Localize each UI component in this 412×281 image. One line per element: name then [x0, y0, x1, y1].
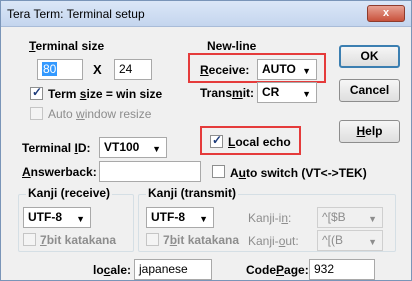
newline-label: New-line [207, 39, 257, 53]
kanji-out-select[interactable]: ^[(B ▼ [317, 230, 383, 251]
chevron-down-icon: ▼ [302, 89, 311, 99]
codepage-input[interactable]: 932 [309, 259, 375, 280]
kanji-in-select[interactable]: ^[$B ▼ [317, 207, 383, 228]
ok-button[interactable]: OK [339, 45, 400, 68]
receive-7bit-katakana-checkbox[interactable] [23, 233, 36, 246]
local-echo-highlight [200, 126, 301, 155]
locale-label: locale: [93, 263, 132, 277]
kanji-in-label: Kanji-in: [248, 211, 292, 225]
kanji-receive-select[interactable]: UTF-8 ▼ [23, 207, 91, 228]
cancel-button[interactable]: Cancel [339, 79, 400, 102]
chevron-down-icon: ▼ [368, 237, 377, 247]
transmit-7bit-katakana-checkbox[interactable] [146, 233, 159, 246]
codepage-label: CodePage: [246, 263, 309, 277]
transmit-select[interactable]: CR ▼ [257, 82, 317, 103]
auto-switch-label: Auto switch (VT<->TEK) [230, 166, 367, 180]
answerback-label: Answerback: [22, 165, 97, 179]
size-times-label: X [93, 62, 102, 77]
term-size-win-size-checkbox[interactable] [30, 85, 43, 100]
transmit-7bit-katakana-label: 7bit katakana [163, 233, 240, 247]
auto-switch-checkbox[interactable] [212, 165, 225, 178]
kanji-receive-label: Kanji (receive) [26, 186, 113, 200]
terminal-cols-input[interactable]: 80 [37, 59, 83, 80]
kanji-transmit-label: Kanji (transmit) [146, 186, 239, 200]
answerback-input[interactable] [99, 161, 201, 182]
chevron-down-icon: ▼ [368, 214, 377, 224]
help-button[interactable]: Help [339, 120, 400, 143]
terminal-setup-dialog: Tera Term: Terminal setup x Terminal siz… [0, 0, 412, 281]
terminal-rows-input[interactable]: 24 [114, 59, 152, 80]
term-size-win-size-label: Term size = win size [48, 87, 163, 101]
receive-7bit-katakana-label: 7bit katakana [40, 233, 117, 247]
terminal-id-select[interactable]: VT100 ▼ [99, 137, 167, 158]
auto-window-resize-label: Auto window resize [48, 107, 152, 121]
kanji-transmit-select[interactable]: UTF-8 ▼ [146, 207, 214, 228]
window-title: Tera Term: Terminal setup [7, 7, 145, 21]
chevron-down-icon: ▼ [76, 214, 85, 224]
close-button[interactable]: x [367, 5, 405, 22]
chevron-down-icon: ▼ [152, 144, 161, 154]
terminal-size-label: Terminal size [29, 39, 105, 53]
chevron-down-icon: ▼ [199, 214, 208, 224]
transmit-label: Transmit: [200, 86, 255, 100]
auto-window-resize-checkbox[interactable] [30, 107, 43, 120]
kanji-out-label: Kanji-out: [248, 234, 299, 248]
title-bar: Tera Term: Terminal setup x [1, 1, 411, 27]
terminal-id-label: Terminal ID: [22, 141, 91, 155]
receive-highlight [188, 53, 326, 83]
locale-input[interactable]: japanese [134, 259, 212, 280]
